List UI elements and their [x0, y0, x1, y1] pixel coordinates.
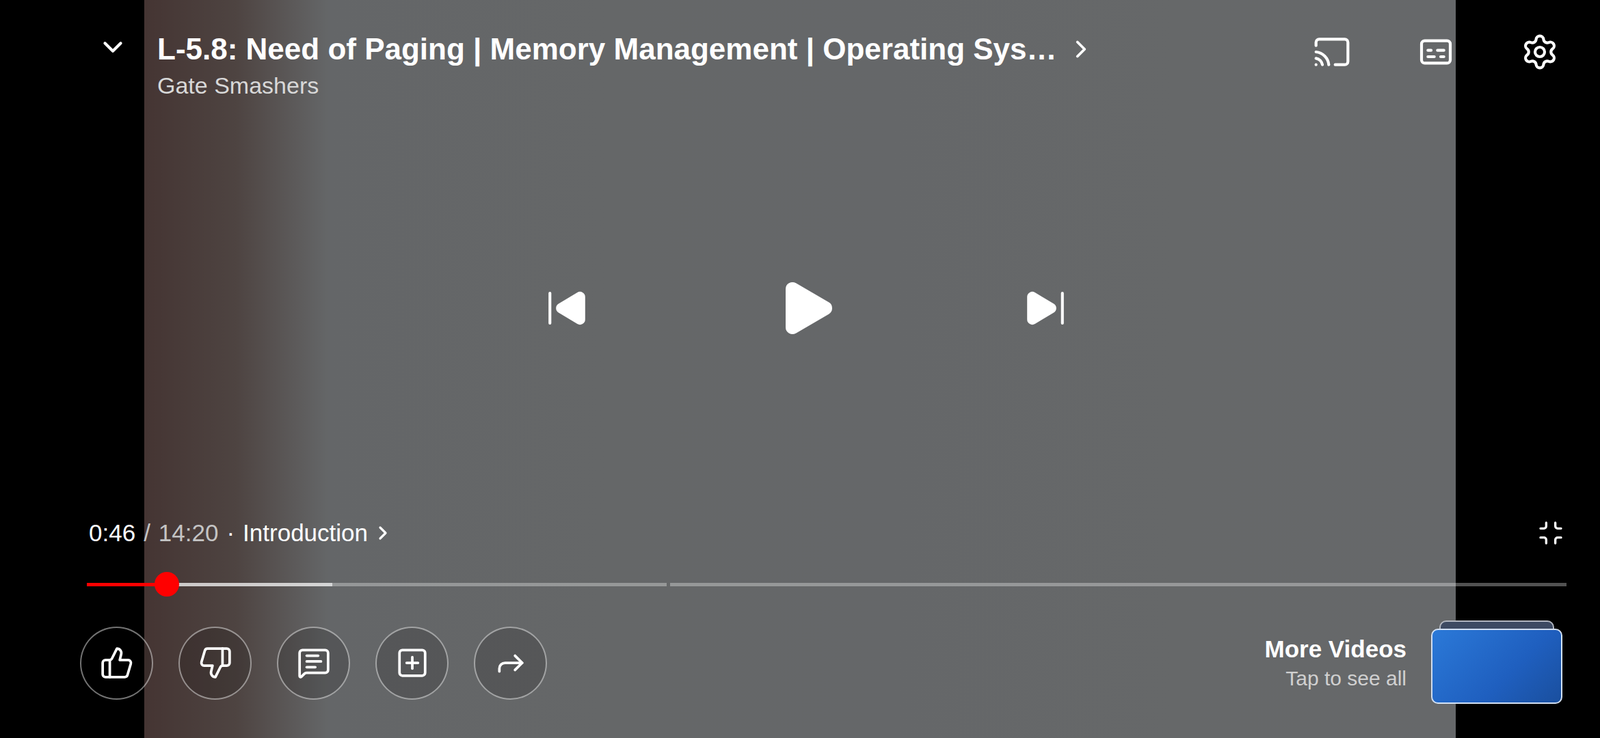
- playback-controls: [0, 99, 1600, 517]
- player-screen[interactable]: L-5.8: Need of Paging | Memory Managemen…: [0, 0, 1600, 738]
- share-icon: [493, 646, 528, 681]
- progress-track: [86, 583, 1567, 587]
- video-thumbnail[interactable]: [1431, 629, 1563, 705]
- previous-button[interactable]: [539, 281, 595, 336]
- chevron-right-icon: [371, 522, 394, 545]
- cast-icon: [1312, 32, 1352, 72]
- chevron-right-icon: [1066, 34, 1096, 64]
- settings-button[interactable]: [1520, 32, 1559, 72]
- channel-name[interactable]: Gate Smashers: [157, 71, 1286, 100]
- thumbs-up-icon: [99, 646, 135, 681]
- captions-button[interactable]: [1416, 32, 1456, 72]
- chapter-segment: [670, 583, 1567, 587]
- play-button[interactable]: [771, 274, 841, 343]
- collapse-button[interactable]: [95, 30, 130, 65]
- exit-fullscreen-button[interactable]: [1534, 516, 1568, 550]
- chapter-title: Introduction: [242, 517, 368, 550]
- dislike-button[interactable]: [178, 627, 252, 701]
- thumbs-down-icon: [198, 646, 233, 681]
- time-row: 0:46/14:20·Introduction: [0, 516, 1600, 550]
- next-button[interactable]: [1018, 281, 1073, 336]
- title-block: L-5.8: Need of Paging | Memory Managemen…: [157, 30, 1286, 100]
- add-to-playlist-icon: [395, 646, 430, 681]
- skip-forward-icon: [1022, 285, 1069, 331]
- gear-icon: [1520, 32, 1559, 72]
- progress-bar[interactable]: [86, 574, 1567, 595]
- exit-fullscreen-icon: [1537, 519, 1565, 548]
- scrubber-handle[interactable]: [154, 572, 180, 597]
- more-videos-title: More Videos: [1264, 635, 1407, 664]
- video-title[interactable]: L-5.8: Need of Paging | Memory Managemen…: [157, 30, 1058, 68]
- duration: 14:20: [158, 517, 219, 550]
- top-bar: L-5.8: Need of Paging | Memory Managemen…: [0, 0, 1600, 100]
- skip-back-icon: [544, 285, 590, 331]
- more-videos-text: More VideosTap to see all: [1264, 635, 1407, 692]
- time-separator: /: [143, 517, 151, 550]
- comment-icon: [296, 646, 331, 681]
- more-videos-button[interactable]: More VideosTap to see all: [1264, 622, 1563, 705]
- cast-button[interactable]: [1312, 32, 1352, 72]
- title-row[interactable]: L-5.8: Need of Paging | Memory Managemen…: [157, 30, 1286, 68]
- chevron-down-icon: [97, 31, 129, 63]
- like-button[interactable]: [80, 627, 154, 701]
- top-icons: [1312, 30, 1573, 72]
- current-time: 0:46: [88, 517, 136, 550]
- actions-row: More VideosTap to see all: [0, 594, 1600, 705]
- player-overlay: L-5.8: Need of Paging | Memory Managemen…: [0, 0, 1600, 738]
- action-buttons: [80, 627, 548, 701]
- chapter-dot: ·: [226, 517, 235, 550]
- bottom-controls: 0:46/14:20·Introduction More VideosTap to…: [0, 516, 1600, 738]
- play-icon: [773, 275, 839, 342]
- more-videos-subtitle: Tap to see all: [1285, 666, 1407, 692]
- time-display: 0:46/14:20·Introduction: [88, 517, 394, 550]
- share-button[interactable]: [473, 627, 548, 701]
- thumbnail-stack: [1431, 629, 1563, 705]
- captions-icon: [1416, 32, 1456, 72]
- save-button[interactable]: [375, 627, 449, 701]
- chapter-button[interactable]: Introduction: [242, 517, 394, 550]
- comments-button[interactable]: [276, 627, 351, 701]
